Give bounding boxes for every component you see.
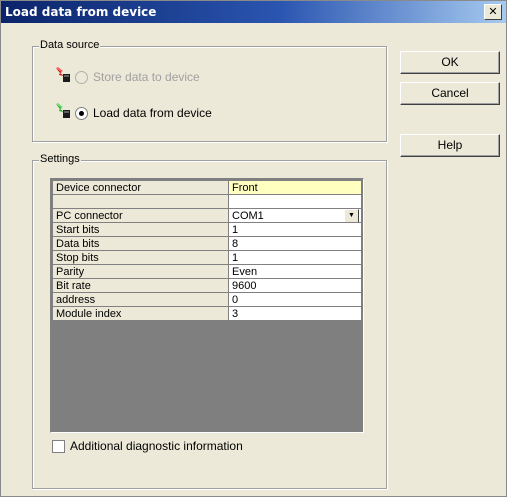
row-key: Device connector: [52, 180, 229, 195]
row-key: Bit rate: [52, 278, 229, 293]
row-value[interactable]: 8: [228, 236, 362, 251]
pc-connector-value: COM1: [232, 209, 264, 222]
table-row[interactable]: Stop bits 1: [52, 250, 362, 265]
table-row[interactable]: address 0: [52, 292, 362, 307]
chevron-down-icon[interactable]: ▼: [344, 209, 359, 222]
row-key: Start bits: [52, 222, 229, 237]
settings-label: Settings: [39, 153, 81, 165]
data-source-group: Data source Store data to device Load da…: [32, 39, 387, 142]
dialog-window: Load data from device ✕ OK Cancel Help D…: [0, 0, 507, 497]
row-value[interactable]: [228, 194, 362, 209]
ok-button[interactable]: OK: [400, 51, 500, 74]
title-bar[interactable]: Load data from device ✕: [1, 1, 506, 23]
window-title: Load data from device: [5, 5, 157, 19]
store-data-radio[interactable]: [75, 71, 88, 84]
table-row[interactable]: [52, 194, 362, 209]
row-value[interactable]: 9600: [228, 278, 362, 293]
table-row[interactable]: Bit rate 9600: [52, 278, 362, 293]
close-icon: ✕: [488, 5, 498, 18]
row-value[interactable]: 0: [228, 292, 362, 307]
pc-connector-select[interactable]: COM1 ▼: [228, 208, 362, 223]
table-row[interactable]: Parity Even: [52, 264, 362, 279]
device-connector-value[interactable]: Front: [228, 180, 362, 195]
download-device-icon: [56, 103, 70, 118]
row-value[interactable]: 1: [228, 250, 362, 265]
close-button[interactable]: ✕: [484, 4, 502, 20]
store-data-option[interactable]: Store data to device: [55, 67, 355, 86]
row-value[interactable]: 1: [228, 222, 362, 237]
row-key: [52, 194, 229, 209]
row-key: Module index: [52, 306, 229, 321]
data-source-label: Data source: [39, 39, 101, 51]
table-row[interactable]: Start bits 1: [52, 222, 362, 237]
table-row[interactable]: PC connector COM1 ▼: [52, 208, 362, 223]
row-value[interactable]: Even: [228, 264, 362, 279]
upload-device-icon: [56, 67, 70, 82]
combo-box[interactable]: COM1 ▼: [232, 209, 359, 222]
table-row[interactable]: Module index 3: [52, 306, 362, 321]
table-row[interactable]: Data bits 8: [52, 236, 362, 251]
load-data-option[interactable]: Load data from device: [55, 103, 355, 122]
row-key: Data bits: [52, 236, 229, 251]
diagnostic-checkbox-label[interactable]: Additional diagnostic information: [70, 439, 243, 453]
help-button[interactable]: Help: [400, 134, 500, 157]
load-data-radio[interactable]: [75, 107, 88, 120]
table-row[interactable]: Device connector Front: [52, 180, 362, 195]
store-data-label: Store data to device: [93, 70, 200, 84]
settings-table: Device connector Front PC connector COM1…: [52, 180, 362, 321]
cancel-button[interactable]: Cancel: [400, 82, 500, 105]
row-key: Parity: [52, 264, 229, 279]
settings-grid: Device connector Front PC connector COM1…: [50, 178, 364, 433]
radio-selected-dot: [79, 111, 84, 116]
row-key: Stop bits: [52, 250, 229, 265]
row-value[interactable]: 3: [228, 306, 362, 321]
load-data-label: Load data from device: [93, 106, 212, 120]
diagnostic-checkbox[interactable]: [52, 440, 65, 453]
row-key: PC connector: [52, 208, 229, 223]
row-key: address: [52, 292, 229, 307]
